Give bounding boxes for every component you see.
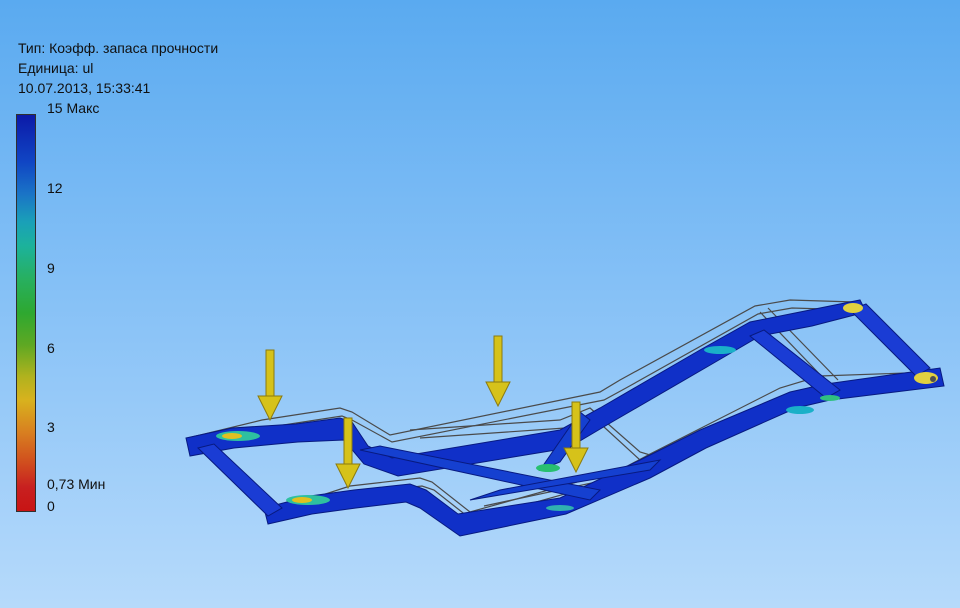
load-arrow-icon	[257, 349, 283, 422]
frame-model-view[interactable]	[0, 0, 960, 608]
load-arrow-icon	[485, 335, 511, 408]
